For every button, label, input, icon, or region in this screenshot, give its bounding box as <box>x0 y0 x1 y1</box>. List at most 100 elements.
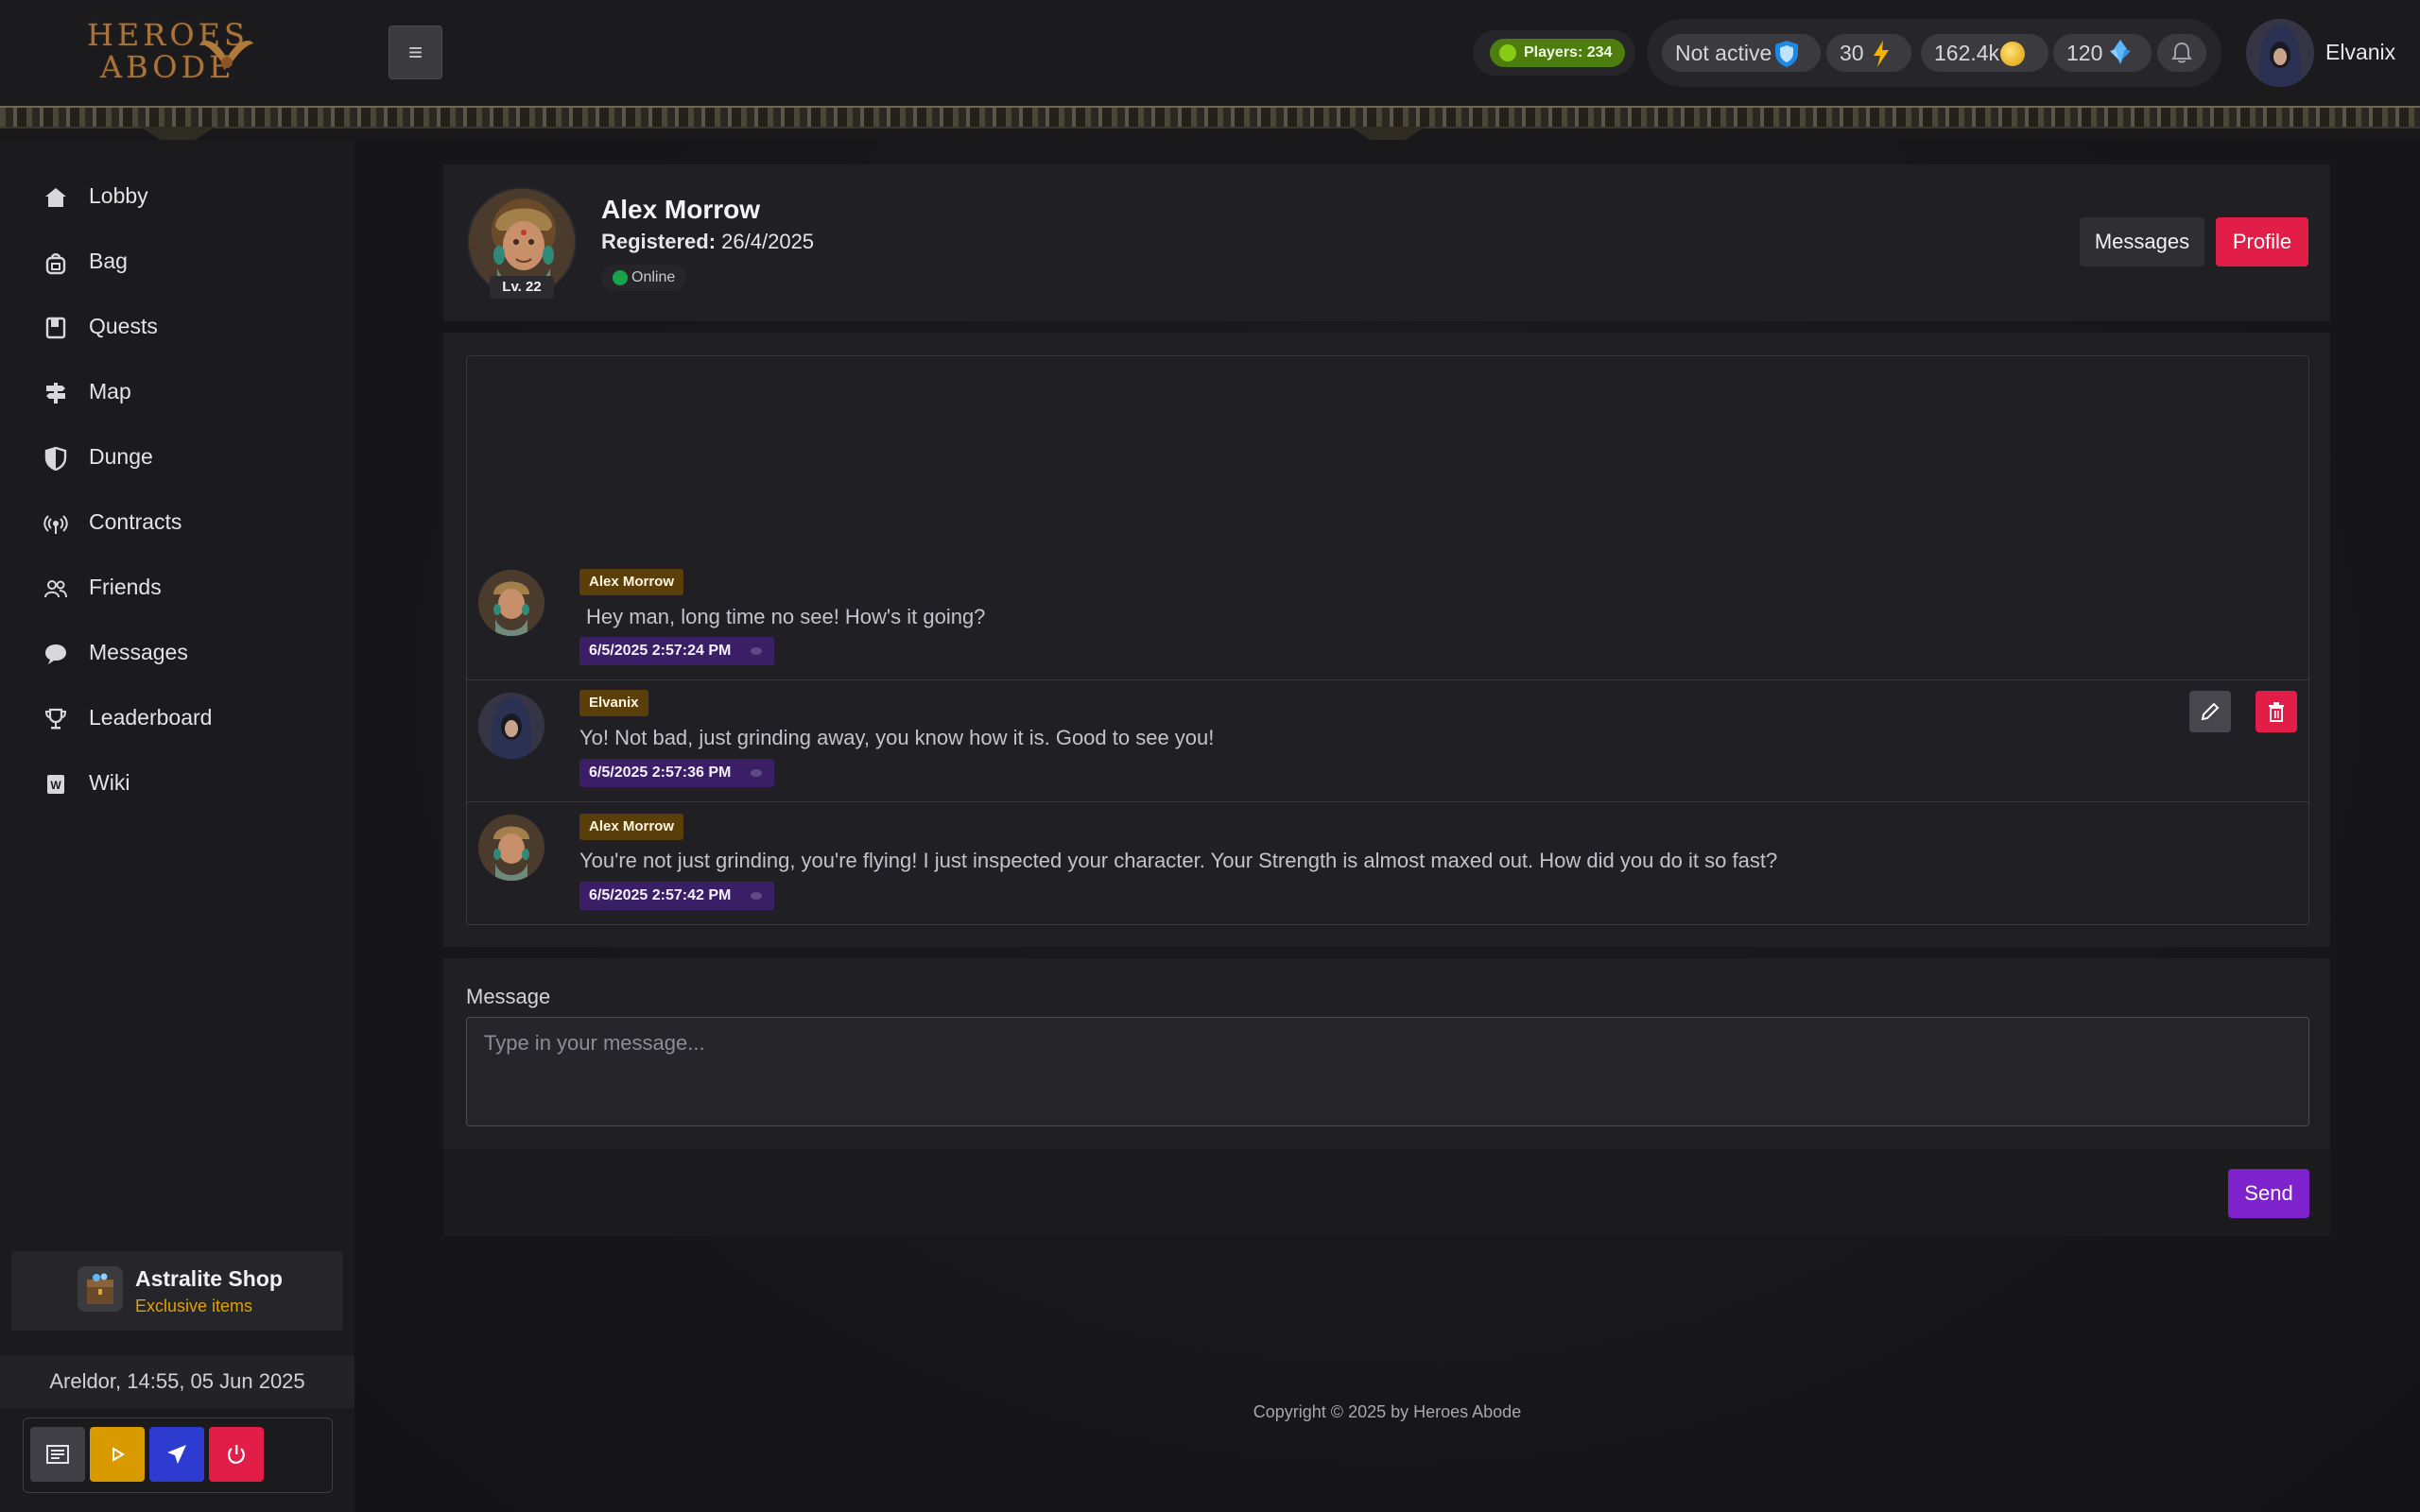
user-avatar[interactable] <box>2246 19 2314 87</box>
message-text: Yo! Not bad, just grinding away, you kno… <box>579 726 1215 749</box>
shield-badge-icon <box>1775 41 1798 67</box>
sidebar-item-messages[interactable]: Messages <box>0 627 354 679</box>
message-divider <box>467 679 2308 680</box>
copyright-text: Copyright © 2025 by Heroes Abode <box>1253 1402 1522 1421</box>
trophy-icon <box>44 708 67 730</box>
svg-text:W: W <box>50 779 61 792</box>
sidebar-item-label: Map <box>89 379 131 404</box>
sidebar-item-label: Friends <box>89 575 162 599</box>
edit-message-button[interactable] <box>2189 691 2231 732</box>
level-badge: Lv. 22 <box>490 276 554 299</box>
delete-message-button[interactable] <box>2256 691 2297 732</box>
news-button[interactable] <box>30 1427 85 1482</box>
gold-value: 162.4k <box>1934 41 2000 65</box>
messages-button[interactable]: Messages <box>2080 217 2204 266</box>
registered-date: 26/4/2025 <box>721 230 815 253</box>
power-icon <box>228 1445 245 1464</box>
paper-plane-icon <box>167 1445 186 1464</box>
sidebar-item-bag[interactable]: Bag <box>0 235 354 288</box>
play-button[interactable] <box>90 1427 145 1482</box>
pencil-icon <box>2201 702 2220 721</box>
astralite-shop-card[interactable]: Astralite Shop Exclusive items <box>11 1251 343 1331</box>
sidebar-item-dunge[interactable]: Dunge <box>0 431 354 484</box>
gold-coin-icon <box>2000 42 2025 66</box>
sidebar-item-map[interactable]: Map <box>0 366 354 419</box>
people-icon <box>44 580 67 598</box>
top-header: HEROES ABODE ≡ Players: 234 Not active 3… <box>0 0 2420 106</box>
sidebar-item-lobby[interactable]: Lobby <box>0 170 354 223</box>
message-author: Elvanix <box>579 690 648 716</box>
sidebar-item-wiki[interactable]: W Wiki <box>0 757 354 810</box>
registered-label: Registered: <box>601 230 717 253</box>
sidebar-toggle-button[interactable]: ≡ <box>389 26 442 79</box>
message-divider <box>467 801 2308 802</box>
message-text: You're not just grinding, you're flying!… <box>579 849 1778 872</box>
hamburger-icon: ≡ <box>407 38 424 66</box>
heroes-abode-logo[interactable]: HEROES ABODE <box>87 19 257 93</box>
seen-icon <box>751 769 762 777</box>
game-clock: Areldor, 14:55, 05 Jun 2025 <box>0 1355 354 1408</box>
newspaper-icon <box>46 1445 69 1464</box>
broadcast-icon <box>43 515 68 534</box>
message-timestamp: 6/5/2025 2:57:36 PM <box>579 759 775 787</box>
energy-pill[interactable]: 30 <box>1826 34 1911 72</box>
logout-button[interactable] <box>209 1427 264 1482</box>
seen-icon <box>751 647 762 655</box>
signpost-icon <box>46 383 65 404</box>
shop-subtitle: Exclusive items <box>135 1297 253 1315</box>
sidebar-item-friends[interactable]: Friends <box>0 561 354 614</box>
profile-button[interactable]: Profile <box>2216 217 2308 266</box>
play-icon <box>112 1447 125 1462</box>
avatar[interactable] <box>478 693 544 759</box>
message-author: Alex Morrow <box>579 814 684 840</box>
crystal-icon <box>2110 40 2131 64</box>
wiki-icon: W <box>47 775 64 794</box>
avatar[interactable] <box>478 570 544 636</box>
activity-status-label: Not active <box>1675 41 1772 65</box>
shield-icon <box>44 446 67 471</box>
message-input[interactable] <box>466 1017 2309 1126</box>
message-timestamp: 6/5/2025 2:57:24 PM <box>579 637 775 665</box>
wings-icon <box>200 41 253 68</box>
energy-value: 30 <box>1840 41 1864 65</box>
sidebar-item-label: Bag <box>89 249 128 273</box>
send-button[interactable]: Send <box>2228 1169 2309 1218</box>
shop-title: Astralite Shop <box>135 1266 283 1291</box>
bell-icon <box>2171 42 2192 63</box>
message-text: Hey man, long time no see! How's it goin… <box>586 605 986 628</box>
crystal-pill[interactable]: 120 <box>2053 34 2152 72</box>
registered-info: Registered: 26/4/2025 <box>601 230 814 254</box>
decorative-border <box>0 106 2420 129</box>
chat-icon <box>45 644 66 664</box>
gold-pill[interactable]: 162.4k <box>1921 34 2049 72</box>
send-quick-button[interactable] <box>149 1427 204 1482</box>
sidebar-item-label: Messages <box>89 640 188 664</box>
chest-icon <box>78 1266 123 1312</box>
home-icon <box>45 188 66 207</box>
sidebar-item-contracts[interactable]: Contracts <box>0 496 354 549</box>
message-timestamp: 6/5/2025 2:57:42 PM <box>579 882 775 910</box>
notifications-button[interactable] <box>2157 34 2206 72</box>
seen-icon <box>751 892 762 900</box>
sidebar-item-label: Dunge <box>89 444 153 469</box>
crystal-value: 120 <box>2066 41 2103 65</box>
sidebar-item-leaderboard[interactable]: Leaderboard <box>0 692 354 745</box>
message-form-footer <box>443 1149 2330 1236</box>
contact-name: Alex Morrow <box>601 195 761 224</box>
sidebar-item-label: Contracts <box>89 509 182 534</box>
avatar[interactable] <box>478 815 544 881</box>
message-label: Message <box>466 985 551 1008</box>
message-author: Alex Morrow <box>579 569 684 595</box>
bag-icon <box>45 253 66 275</box>
players-status-dot <box>1499 44 1516 61</box>
book-icon <box>45 317 66 339</box>
sidebar-item-label: Lobby <box>89 183 148 208</box>
user-name[interactable]: Elvanix <box>2325 40 2395 65</box>
lightning-icon <box>1874 41 1889 67</box>
online-status-dot <box>613 270 628 285</box>
trash-icon <box>2269 702 2284 722</box>
sidebar-item-quests[interactable]: Quests <box>0 301 354 353</box>
sidebar-item-label: Wiki <box>89 770 130 795</box>
sidebar-item-label: Leaderboard <box>89 705 213 730</box>
sidebar-item-label: Quests <box>89 314 158 338</box>
